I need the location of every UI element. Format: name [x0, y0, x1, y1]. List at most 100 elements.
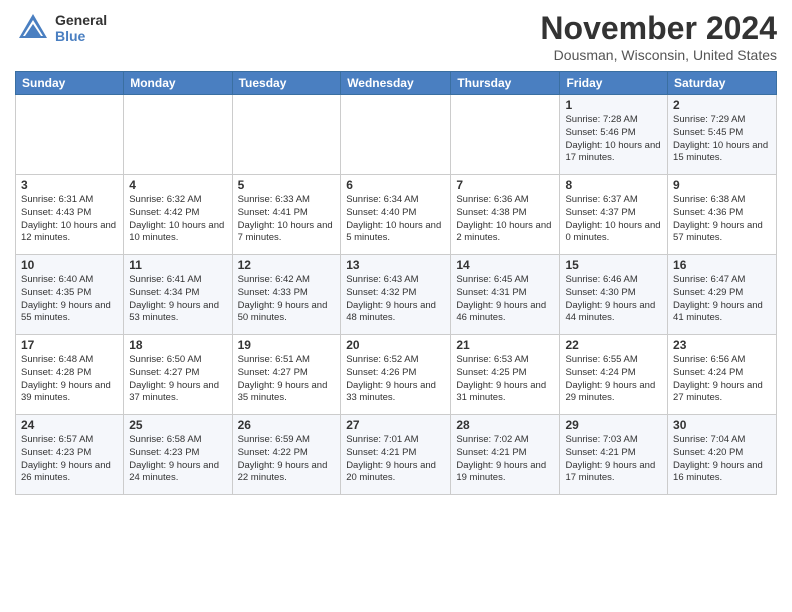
day-info: Sunrise: 6:42 AM Sunset: 4:33 PM Dayligh…	[238, 274, 336, 325]
day-number: 13	[346, 258, 445, 272]
day-info: Sunrise: 6:36 AM Sunset: 4:38 PM Dayligh…	[456, 194, 554, 245]
day-number: 2	[673, 98, 771, 112]
calendar-cell: 20 Sunrise: 6:52 AM Sunset: 4:26 PM Dayli…	[341, 335, 451, 415]
calendar-cell	[124, 95, 232, 175]
day-info: Sunrise: 6:52 AM Sunset: 4:26 PM Dayligh…	[346, 354, 445, 405]
day-number: 22	[565, 338, 662, 352]
calendar-cell	[451, 95, 560, 175]
calendar-cell: 7 Sunrise: 6:36 AM Sunset: 4:38 PM Daylig…	[451, 175, 560, 255]
header: General Blue November 2024 Dousman, Wisc…	[15, 10, 777, 63]
day-info: Sunrise: 6:31 AM Sunset: 4:43 PM Dayligh…	[21, 194, 118, 245]
calendar-cell: 11 Sunrise: 6:41 AM Sunset: 4:34 PM Dayli…	[124, 255, 232, 335]
day-info: Sunrise: 6:51 AM Sunset: 4:27 PM Dayligh…	[238, 354, 336, 405]
day-number: 28	[456, 418, 554, 432]
day-info: Sunrise: 6:37 AM Sunset: 4:37 PM Dayligh…	[565, 194, 662, 245]
calendar-cell: 22 Sunrise: 6:55 AM Sunset: 4:24 PM Dayli…	[560, 335, 668, 415]
calendar-cell: 17Sunrise: 6:48 AM Sunset: 4:28 PM Dayli…	[16, 335, 124, 415]
day-info: Sunrise: 6:53 AM Sunset: 4:25 PM Dayligh…	[456, 354, 554, 405]
calendar-cell: 14 Sunrise: 6:45 AM Sunset: 4:31 PM Dayli…	[451, 255, 560, 335]
day-info: Sunrise: 6:45 AM Sunset: 4:31 PM Dayligh…	[456, 274, 554, 325]
day-info: Sunrise: 6:47 AM Sunset: 4:29 PM Dayligh…	[673, 274, 771, 325]
day-number: 14	[456, 258, 554, 272]
day-info: Sunrise: 6:33 AM Sunset: 4:41 PM Dayligh…	[238, 194, 336, 245]
calendar-cell: 5Sunrise: 6:33 AM Sunset: 4:41 PM Daylig…	[232, 175, 341, 255]
day-info: Sunrise: 7:04 AM Sunset: 4:20 PM Dayligh…	[673, 434, 771, 485]
day-info: Sunrise: 6:40 AM Sunset: 4:35 PM Dayligh…	[21, 274, 118, 325]
day-info: Sunrise: 6:59 AM Sunset: 4:22 PM Dayligh…	[238, 434, 336, 485]
day-info: Sunrise: 6:48 AM Sunset: 4:28 PM Dayligh…	[21, 354, 118, 405]
day-number: 6	[346, 178, 445, 192]
calendar-cell: 19 Sunrise: 6:51 AM Sunset: 4:27 PM Dayli…	[232, 335, 341, 415]
calendar-cell: 2 Sunrise: 7:29 AM Sunset: 5:45 PM Daylig…	[668, 95, 777, 175]
day-info: Sunrise: 6:56 AM Sunset: 4:24 PM Dayligh…	[673, 354, 771, 405]
calendar-cell: 23 Sunrise: 6:56 AM Sunset: 4:24 PM Dayli…	[668, 335, 777, 415]
day-info: Sunrise: 6:34 AM Sunset: 4:40 PM Dayligh…	[346, 194, 445, 245]
day-number: 19	[238, 338, 336, 352]
header-saturday: Saturday	[668, 72, 777, 95]
day-info: Sunrise: 6:57 AM Sunset: 4:23 PM Dayligh…	[21, 434, 118, 485]
day-number: 16	[673, 258, 771, 272]
day-info: Sunrise: 6:46 AM Sunset: 4:30 PM Dayligh…	[565, 274, 662, 325]
day-info: Sunrise: 7:28 AM Sunset: 5:46 PM Dayligh…	[565, 114, 662, 165]
day-number: 15	[565, 258, 662, 272]
calendar-cell: 15 Sunrise: 6:46 AM Sunset: 4:30 PM Dayli…	[560, 255, 668, 335]
day-number: 20	[346, 338, 445, 352]
day-info: Sunrise: 7:01 AM Sunset: 4:21 PM Dayligh…	[346, 434, 445, 485]
header-wednesday: Wednesday	[341, 72, 451, 95]
day-number: 25	[129, 418, 226, 432]
calendar-cell: 28Sunrise: 7:02 AM Sunset: 4:21 PM Dayli…	[451, 415, 560, 495]
title-area: November 2024 Dousman, Wisconsin, United…	[540, 10, 777, 63]
calendar-cell	[341, 95, 451, 175]
calendar-cell: 16 Sunrise: 6:47 AM Sunset: 4:29 PM Dayli…	[668, 255, 777, 335]
calendar-cell: 1Sunrise: 7:28 AM Sunset: 5:46 PM Daylig…	[560, 95, 668, 175]
calendar-cell	[232, 95, 341, 175]
calendar-cell: 4 Sunrise: 6:32 AM Sunset: 4:42 PM Daylig…	[124, 175, 232, 255]
day-info: Sunrise: 6:43 AM Sunset: 4:32 PM Dayligh…	[346, 274, 445, 325]
main-title: November 2024	[540, 10, 777, 47]
day-number: 9	[673, 178, 771, 192]
day-info: Sunrise: 7:03 AM Sunset: 4:21 PM Dayligh…	[565, 434, 662, 485]
calendar-cell: 9 Sunrise: 6:38 AM Sunset: 4:36 PM Daylig…	[668, 175, 777, 255]
calendar-week-3: 10 Sunrise: 6:40 AM Sunset: 4:35 PM Dayli…	[16, 255, 777, 335]
calendar-week-2: 3 Sunrise: 6:31 AM Sunset: 4:43 PM Daylig…	[16, 175, 777, 255]
day-number: 27	[346, 418, 445, 432]
logo-blue: Blue	[55, 28, 107, 44]
calendar-cell: 30 Sunrise: 7:04 AM Sunset: 4:20 PM Dayli…	[668, 415, 777, 495]
header-tuesday: Tuesday	[232, 72, 341, 95]
day-info: Sunrise: 6:58 AM Sunset: 4:23 PM Dayligh…	[129, 434, 226, 485]
day-info: Sunrise: 7:29 AM Sunset: 5:45 PM Dayligh…	[673, 114, 771, 165]
calendar-cell: 10 Sunrise: 6:40 AM Sunset: 4:35 PM Dayli…	[16, 255, 124, 335]
day-number: 11	[129, 258, 226, 272]
logo: General Blue	[15, 10, 107, 46]
day-number: 10	[21, 258, 118, 272]
day-number: 30	[673, 418, 771, 432]
day-info: Sunrise: 6:50 AM Sunset: 4:27 PM Dayligh…	[129, 354, 226, 405]
day-number: 29	[565, 418, 662, 432]
subtitle: Dousman, Wisconsin, United States	[540, 47, 777, 63]
calendar-cell: 3 Sunrise: 6:31 AM Sunset: 4:43 PM Daylig…	[16, 175, 124, 255]
day-number: 7	[456, 178, 554, 192]
day-info: Sunrise: 6:38 AM Sunset: 4:36 PM Dayligh…	[673, 194, 771, 245]
calendar-cell: 13 Sunrise: 6:43 AM Sunset: 4:32 PM Dayli…	[341, 255, 451, 335]
day-number: 4	[129, 178, 226, 192]
calendar-week-4: 17Sunrise: 6:48 AM Sunset: 4:28 PM Dayli…	[16, 335, 777, 415]
calendar-cell: 26Sunrise: 6:59 AM Sunset: 4:22 PM Dayli…	[232, 415, 341, 495]
calendar-header-row: Sunday Monday Tuesday Wednesday Thursday…	[16, 72, 777, 95]
day-number: 21	[456, 338, 554, 352]
calendar: Sunday Monday Tuesday Wednesday Thursday…	[15, 71, 777, 495]
day-info: Sunrise: 6:32 AM Sunset: 4:42 PM Dayligh…	[129, 194, 226, 245]
day-info: Sunrise: 6:41 AM Sunset: 4:34 PM Dayligh…	[129, 274, 226, 325]
calendar-cell	[16, 95, 124, 175]
logo-general: General	[55, 12, 107, 28]
day-number: 23	[673, 338, 771, 352]
header-sunday: Sunday	[16, 72, 124, 95]
day-number: 8	[565, 178, 662, 192]
calendar-cell: 8 Sunrise: 6:37 AM Sunset: 4:37 PM Daylig…	[560, 175, 668, 255]
day-number: 3	[21, 178, 118, 192]
day-number: 24	[21, 418, 118, 432]
logo-icon	[15, 10, 51, 46]
day-number: 12	[238, 258, 336, 272]
calendar-week-1: 1Sunrise: 7:28 AM Sunset: 5:46 PM Daylig…	[16, 95, 777, 175]
day-info: Sunrise: 6:55 AM Sunset: 4:24 PM Dayligh…	[565, 354, 662, 405]
calendar-week-5: 24 Sunrise: 6:57 AM Sunset: 4:23 PM Dayli…	[16, 415, 777, 495]
